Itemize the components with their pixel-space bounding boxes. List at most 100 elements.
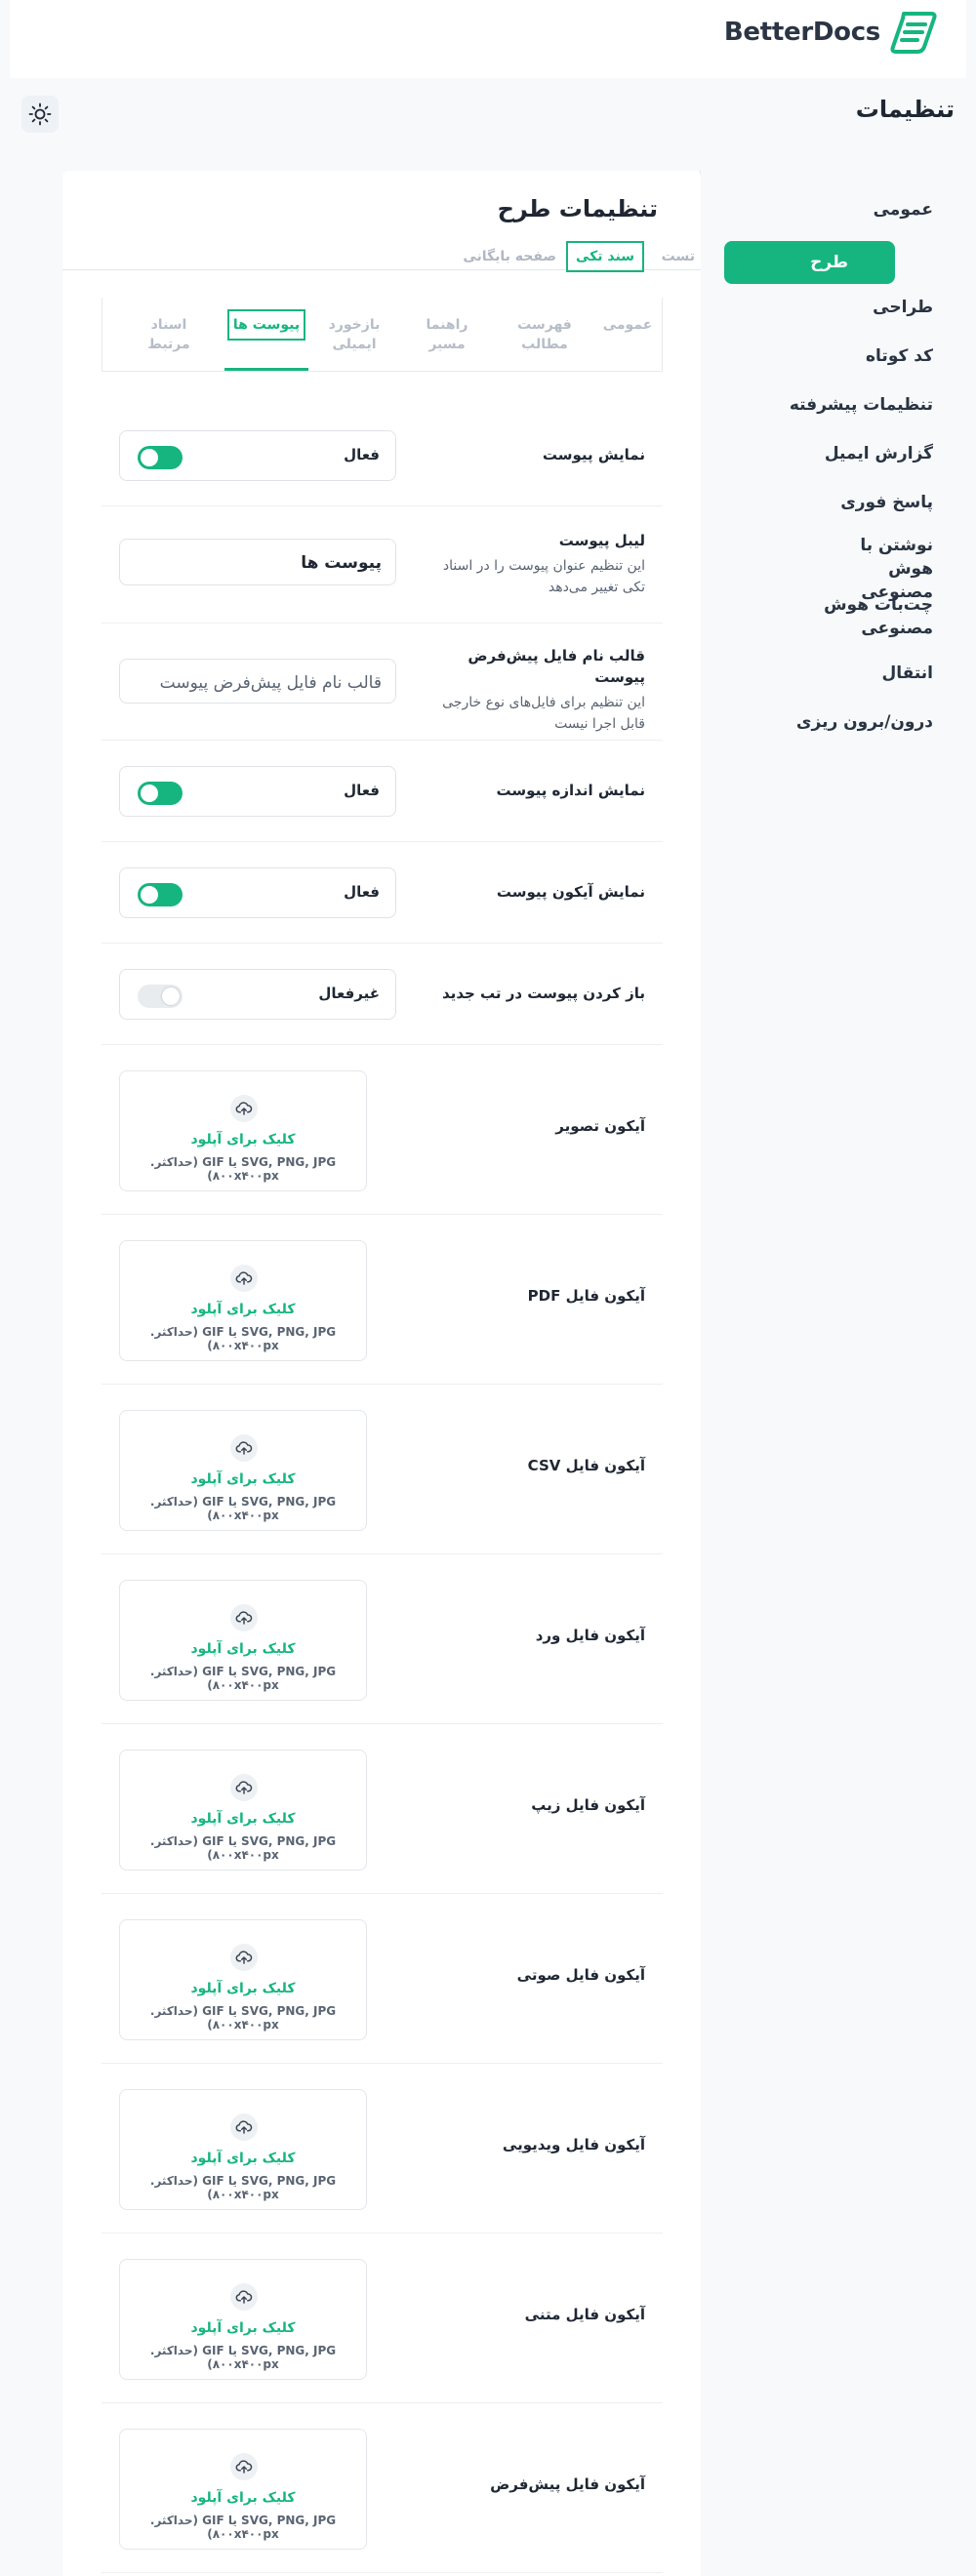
toggle-switch[interactable] <box>138 446 183 469</box>
upload-cta: کلیک برای آپلود <box>190 1302 296 1317</box>
upload-hint: SVG, PNG, JPG یا GIF (حداکثر. ۸۰۰x۴۰۰px) <box>149 2004 337 2032</box>
upload-dropzone[interactable]: کلیک برای آپلود SVG, PNG, JPG یا GIF (حد… <box>119 1410 367 1531</box>
show-size-switch[interactable]: فعال <box>119 766 396 817</box>
sidebar-item-design[interactable]: طراحی <box>757 296 933 319</box>
upload-dropzone[interactable]: کلیک برای آپلود SVG, PNG, JPG یا GIF (حد… <box>119 1919 367 2040</box>
row-audio-icon: آیکون فایل صوتی کلیک برای آپلود SVG, PNG… <box>102 1894 663 2064</box>
switch-state-text: فعال <box>344 782 380 799</box>
subtab-toc[interactable]: فهرست مطالب <box>510 315 579 354</box>
show-icon-label: نمایش آیکون پیوست <box>496 883 645 901</box>
open-new-tab-label: باز کردن پیوست در تب جدید <box>442 985 645 1002</box>
tab-single-doc[interactable]: سند تکی <box>565 241 644 272</box>
show-attachment-switch[interactable]: فعال <box>119 430 396 481</box>
icon-row-label: آیکون فایل ویدیویی <box>502 2136 645 2153</box>
upload-dropzone[interactable]: کلیک برای آپلود SVG, PNG, JPG یا GIF (حد… <box>119 1070 367 1191</box>
sidebar-item-instant-answer[interactable]: پاسخ فوری <box>757 491 933 514</box>
theme-toggle-button[interactable] <box>21 96 59 133</box>
filename-template-title: قالب نام فایل پیش‌فرض پیوست این تنظیم بر… <box>430 645 645 735</box>
upload-cloud-icon <box>230 1944 258 1971</box>
upload-dropzone[interactable]: کلیک برای آپلود SVG, PNG, JPG یا GIF (حد… <box>119 1580 367 1701</box>
tab-archive-page[interactable]: صفحه بایگانی <box>463 249 556 264</box>
attachment-subtabs: عمومی فهرست مطالب راهنما مسیر بازخورد ای… <box>102 298 663 372</box>
show-icon-switch[interactable]: فعال <box>119 867 396 918</box>
row-show-attachment: نمایش پیوست فعال <box>102 405 663 506</box>
upload-dropzone[interactable]: کلیک برای آپلود SVG, PNG, JPG یا GIF (حد… <box>119 2429 367 2550</box>
upload-cta: کلیک برای آپلود <box>190 1981 296 1996</box>
subtab-active-indicator <box>224 368 308 371</box>
layout-settings-card: تنظیمات طرح تست سند تکی صفحه بایگانی عمو… <box>62 171 701 2576</box>
row-show-icon: نمایش آیکون پیوست فعال <box>102 842 663 944</box>
row-csv-icon: آیکون فایل CSV کلیک برای آپلود SVG, PNG,… <box>102 1385 663 1554</box>
layout-tabs: تست سند تکی صفحه بایگانی <box>62 241 701 272</box>
upload-cloud-icon <box>230 2453 258 2480</box>
subtab-related-docs[interactable]: اسناد مرتبط <box>135 315 203 354</box>
upload-cta: کلیک برای آپلود <box>190 2151 296 2166</box>
upload-cloud-icon <box>230 1774 258 1801</box>
upload-dropzone[interactable]: کلیک برای آپلود SVG, PNG, JPG یا GIF (حد… <box>119 2089 367 2210</box>
upload-hint: SVG, PNG, JPG یا GIF (حداکثر. ۸۰۰x۴۰۰px) <box>149 2174 337 2201</box>
subtab-breadcrumb[interactable]: راهنما مسیر <box>413 315 481 354</box>
sidebar-item-email-report[interactable]: گزارش ایمیل <box>757 442 933 465</box>
row-default-icon: آیکون فایل پیش‌فرض کلیک برای آپلود SVG, … <box>102 2403 663 2573</box>
row-image-icon: آیکون تصویر کلیک برای آپلود SVG, PNG, JP… <box>102 1045 663 1215</box>
upload-dropzone[interactable]: کلیک برای آپلود SVG, PNG, JPG یا GIF (حد… <box>119 1240 367 1361</box>
sidebar-item-shortcode[interactable]: کد کوتاه <box>757 344 933 368</box>
icon-row-label: آیکون فایل پیش‌فرض <box>490 2475 645 2493</box>
upload-cloud-icon <box>230 2283 258 2311</box>
row-attachment-label: لیبل پیوست این تنظیم عنوان پیوست را در ا… <box>102 506 663 624</box>
icon-row-label: آیکون فایل زیپ <box>531 1796 645 1814</box>
icon-row-label: آیکون فایل متنی <box>524 2306 645 2323</box>
upload-cloud-icon <box>230 1604 258 1631</box>
upload-hint: SVG, PNG, JPG یا GIF (حداکثر. ۸۰۰x۴۰۰px) <box>149 1834 337 1862</box>
card-title: تنظیمات طرح <box>497 195 658 222</box>
upload-cta: کلیک برای آپلود <box>190 1132 296 1147</box>
upload-hint: SVG, PNG, JPG یا GIF (حداکثر. ۸۰۰x۴۰۰px) <box>149 1495 337 1522</box>
upload-hint: SVG, PNG, JPG یا GIF (حداکثر. ۸۰۰x۴۰۰px) <box>149 2344 337 2371</box>
upload-cta: کلیک برای آپلود <box>190 1811 296 1827</box>
toggle-switch[interactable] <box>138 985 183 1008</box>
subtab-general[interactable]: عمومی <box>593 315 662 335</box>
filename-template-input[interactable]: قالب نام فایل پیش‌فرض پیوست <box>119 659 396 704</box>
upload-dropzone[interactable]: کلیک برای آپلود SVG, PNG, JPG یا GIF (حد… <box>119 2259 367 2380</box>
row-filename-template: قالب نام فایل پیش‌فرض پیوست این تنظیم بر… <box>102 624 663 741</box>
upload-hint: SVG, PNG, JPG یا GIF (حداکثر. ۸۰۰x۴۰۰px) <box>149 1325 337 1352</box>
open-new-tab-switch[interactable]: غیرفعال <box>119 969 396 1020</box>
icon-row-label: آیکون فایل ورد <box>535 1627 645 1644</box>
sidebar-item-general[interactable]: عمومی <box>757 198 933 221</box>
row-text-icon: آیکون فایل متنی کلیک برای آپلود SVG, PNG… <box>102 2234 663 2403</box>
switch-state-text: فعال <box>344 883 380 901</box>
row-zip-icon: آیکون فایل زیپ کلیک برای آپلود SVG, PNG,… <box>102 1724 663 1894</box>
toggle-switch[interactable] <box>138 883 183 906</box>
subtab-email-feedback[interactable]: بازخورد ایمیلی <box>320 315 388 354</box>
upload-dropzone[interactable]: کلیک برای آپلود SVG, PNG, JPG یا GIF (حد… <box>119 1750 367 1871</box>
page-title: تنظیمات <box>855 96 955 123</box>
brand[interactable]: BetterDocs <box>724 8 939 57</box>
sidebar-item-ai-chatbot[interactable]: چت‌بات هوش مصنوعی <box>816 593 933 640</box>
sidebar-item-import-export[interactable]: درون/برون ریزی <box>757 710 933 734</box>
upload-cloud-icon <box>230 1265 258 1292</box>
attachment-label-input[interactable]: پیوست ها <box>119 539 396 585</box>
betterdocs-logo-icon <box>890 12 937 54</box>
brand-name: BetterDocs <box>723 18 880 47</box>
filename-template-placeholder: قالب نام فایل پیش‌فرض پیوست <box>159 673 382 693</box>
toggle-switch[interactable] <box>138 782 183 805</box>
sidebar-item-migration[interactable]: انتقال <box>757 662 933 685</box>
sidebar-item-advanced[interactable]: تنظیمات پیشرفته <box>757 393 933 417</box>
upload-cloud-icon <box>230 1434 258 1462</box>
upload-hint: SVG, PNG, JPG یا GIF (حداکثر. ۸۰۰x۴۰۰px) <box>149 2514 337 2541</box>
row-pdf-icon: آیکون فایل PDF کلیک برای آپلود SVG, PNG,… <box>102 1215 663 1385</box>
row-open-new-tab: باز کردن پیوست در تب جدید غیرفعال <box>102 944 663 1045</box>
tab-test[interactable]: تست <box>662 249 695 264</box>
sidebar-item-layout[interactable]: طرح <box>724 241 895 284</box>
upload-cloud-icon <box>230 1095 258 1122</box>
icon-row-label: آیکون تصویر <box>555 1117 645 1135</box>
row-video-icon: آیکون فایل ویدیویی کلیک برای آپلود SVG, … <box>102 2064 663 2234</box>
switch-state-text: غیرفعال <box>318 985 380 1002</box>
filename-template-text: قالب نام فایل پیش‌فرض پیوست <box>468 647 645 686</box>
row-word-icon: آیکون فایل ورد کلیک برای آپلود SVG, PNG,… <box>102 1554 663 1724</box>
switch-state-text: فعال <box>344 446 380 463</box>
subtab-attachments[interactable]: پیوست ها <box>227 309 305 341</box>
upload-cloud-icon <box>230 2113 258 2141</box>
icon-row-label: آیکون فایل CSV <box>527 1457 645 1474</box>
icon-row-label: آیکون فایل صوتی <box>516 1966 645 1984</box>
